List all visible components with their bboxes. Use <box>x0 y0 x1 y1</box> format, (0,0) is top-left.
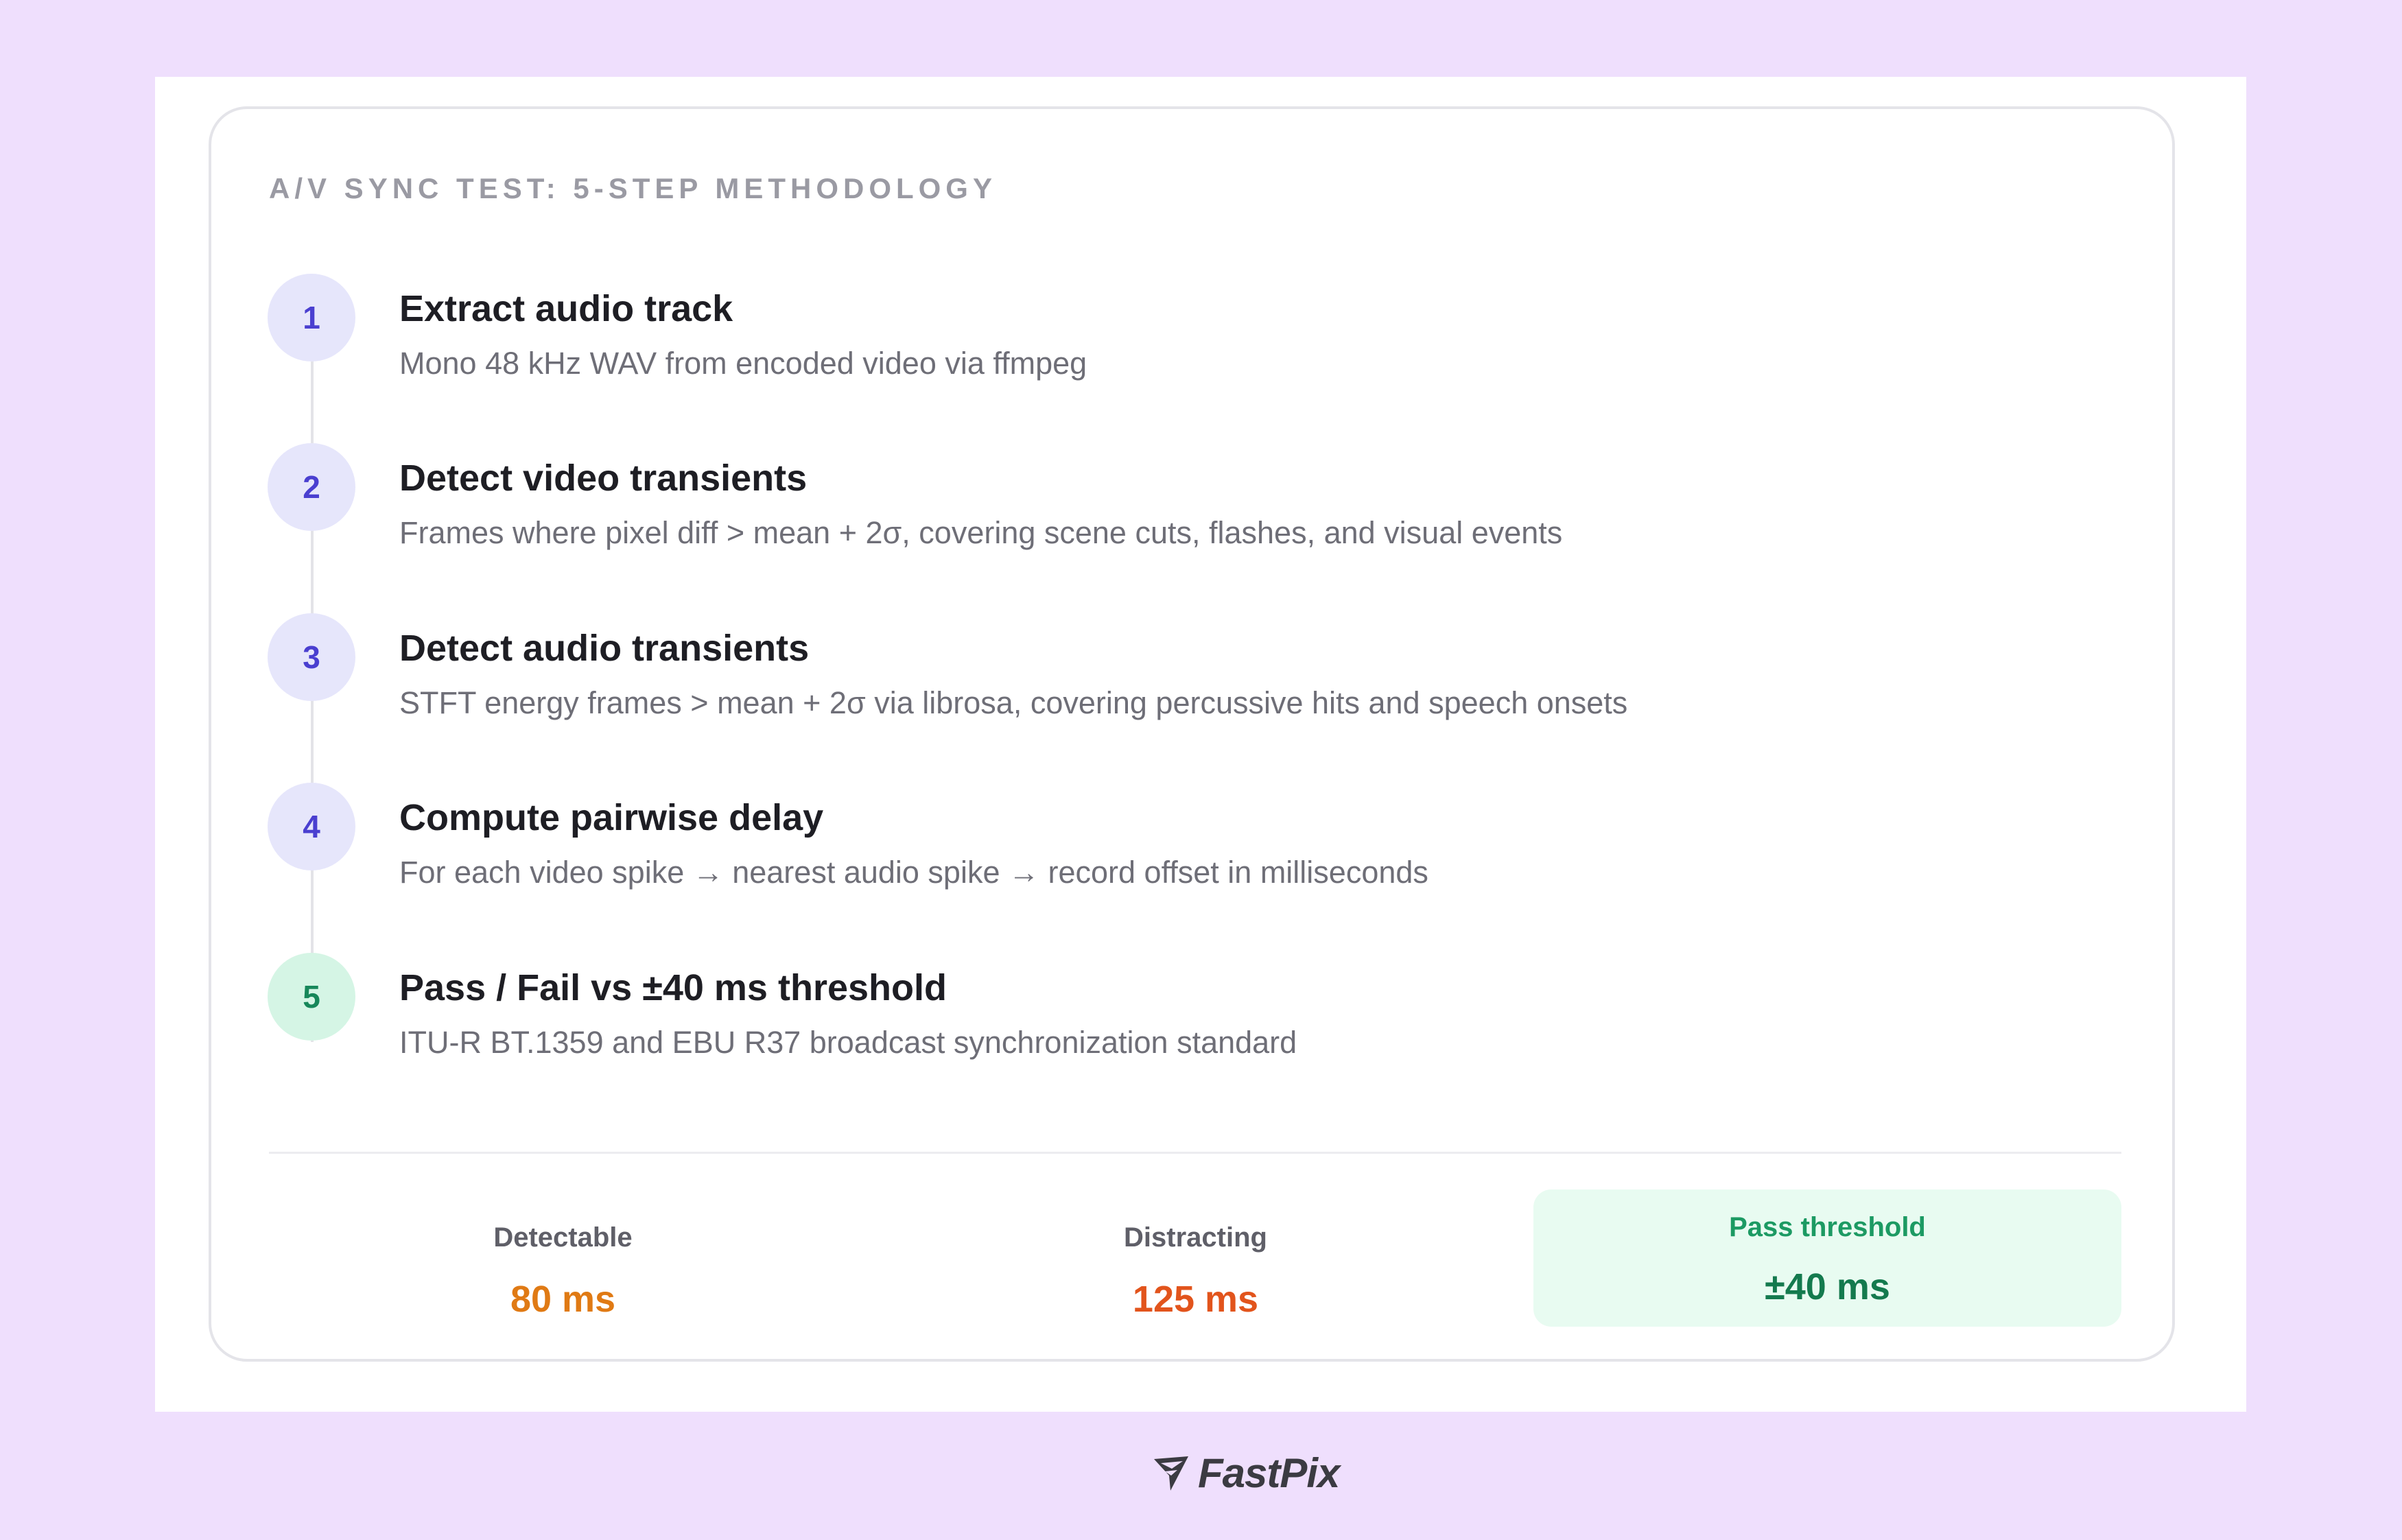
step-4: 4 Compute pairwise delay For each video … <box>268 783 2120 906</box>
step-title: Pass / Fail vs ±40 ms threshold <box>399 967 947 1008</box>
card-title: A/V SYNC TEST: 5-STEP METHODOLOGY <box>269 172 997 204</box>
step-number-badge: 1 <box>268 274 355 362</box>
step-description: STFT energy frames > mean + 2σ via libro… <box>399 685 1628 720</box>
step-1: 1 Extract audio track Mono 48 kHz WAV fr… <box>268 274 2120 397</box>
stat-label: Pass threshold <box>1729 1212 1926 1242</box>
stat-value: ±40 ms <box>1765 1266 1890 1307</box>
step-number-badge: 5 <box>268 953 355 1041</box>
step-title: Extract audio track <box>399 288 733 329</box>
step-number-badge: 3 <box>268 613 355 701</box>
step-3: 3 Detect audio transients STFT energy fr… <box>268 613 2120 737</box>
fastpix-logo: FastPix <box>1151 1450 1340 1496</box>
stat-detectable: Detectable 80 ms <box>269 1189 857 1327</box>
stat-value: 125 ms <box>1132 1279 1259 1320</box>
step-number-badge: 4 <box>268 783 355 870</box>
step-description: ITU-R BT.1359 and EBU R37 broadcast sync… <box>399 1025 1297 1060</box>
step-title: Compute pairwise delay <box>399 797 824 838</box>
step-description: Frames where pixel diff > mean + 2σ, cov… <box>399 515 1563 550</box>
stat-label: Detectable <box>493 1222 633 1253</box>
stat-label: Distracting <box>1124 1222 1267 1253</box>
step-description: Mono 48 kHz WAV from encoded video via f… <box>399 346 1087 381</box>
stat-distracting: Distracting 125 ms <box>902 1189 1490 1327</box>
fastpix-logo-icon <box>1154 1456 1188 1491</box>
step-description: For each video spike → nearest audio spi… <box>399 855 1428 890</box>
step-number-badge: 2 <box>268 443 355 531</box>
step-title: Detect video transients <box>399 458 808 499</box>
step-2: 2 Detect video transients Frames where p… <box>268 443 2120 567</box>
content-panel: A/V SYNC TEST: 5-STEP METHODOLOGY 1 Extr… <box>155 77 2246 1412</box>
step-5: 5 Pass / Fail vs ±40 ms threshold ITU-R … <box>268 953 2120 1076</box>
step-title: Detect audio transients <box>399 628 810 669</box>
methodology-card: A/V SYNC TEST: 5-STEP METHODOLOGY 1 Extr… <box>209 106 2175 1362</box>
stat-pass-threshold: Pass threshold ±40 ms <box>1533 1189 2121 1327</box>
brand-name: FastPix <box>1198 1450 1340 1496</box>
stat-value: 80 ms <box>510 1279 616 1320</box>
stats-divider <box>269 1152 2121 1154</box>
